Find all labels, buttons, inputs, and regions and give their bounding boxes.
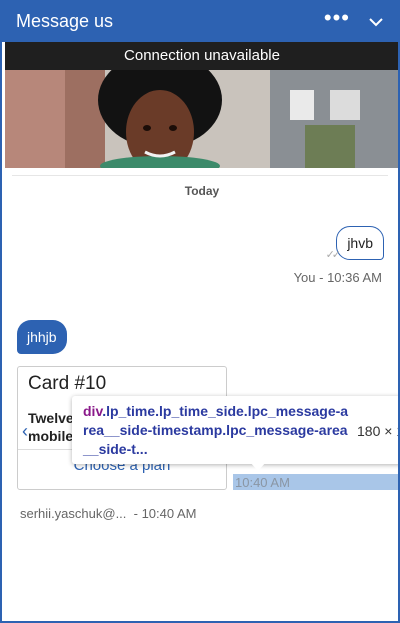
chat-window: Message us ••• Connection unavailable To… xyxy=(0,0,400,623)
outgoing-meta: You - 10:36 AM xyxy=(293,270,382,285)
tooltip-tail xyxy=(250,462,266,471)
devtools-tooltip: div.lp_time.lp_time_side.lpc_message-are… xyxy=(72,396,400,471)
connection-banner: Connection unavailable xyxy=(5,42,398,70)
card-title: Card #10 xyxy=(28,373,107,394)
incoming-message: jhhjb xyxy=(17,320,67,354)
tooltip-tag: div xyxy=(83,403,103,419)
more-dots-icon[interactable]: ••• xyxy=(324,7,350,29)
agent-photo xyxy=(5,70,398,168)
tooltip-classes: .lp_time.lp_time_side.lpc_message-area__… xyxy=(83,403,349,457)
chat-title: Message us xyxy=(16,11,114,31)
tooltip-dimensions: 180 × 1 xyxy=(357,423,400,439)
tooltip-selector: div.lp_time.lp_time_side.lpc_message-are… xyxy=(83,402,353,459)
day-label: Today xyxy=(184,184,220,198)
incoming-meta: serhii.yaschuk@... - 10:40 AM xyxy=(20,506,197,521)
chat-header: Message us ••• xyxy=(2,0,398,42)
chevron-down-icon[interactable] xyxy=(368,14,384,30)
carousel-left-icon[interactable]: ‹ xyxy=(22,421,38,441)
read-receipt-icon: ✓✓ xyxy=(325,249,342,261)
card-timestamp: 10:40 AM xyxy=(235,475,290,490)
outgoing-message: jhvb xyxy=(336,226,384,260)
day-divider xyxy=(12,175,388,176)
